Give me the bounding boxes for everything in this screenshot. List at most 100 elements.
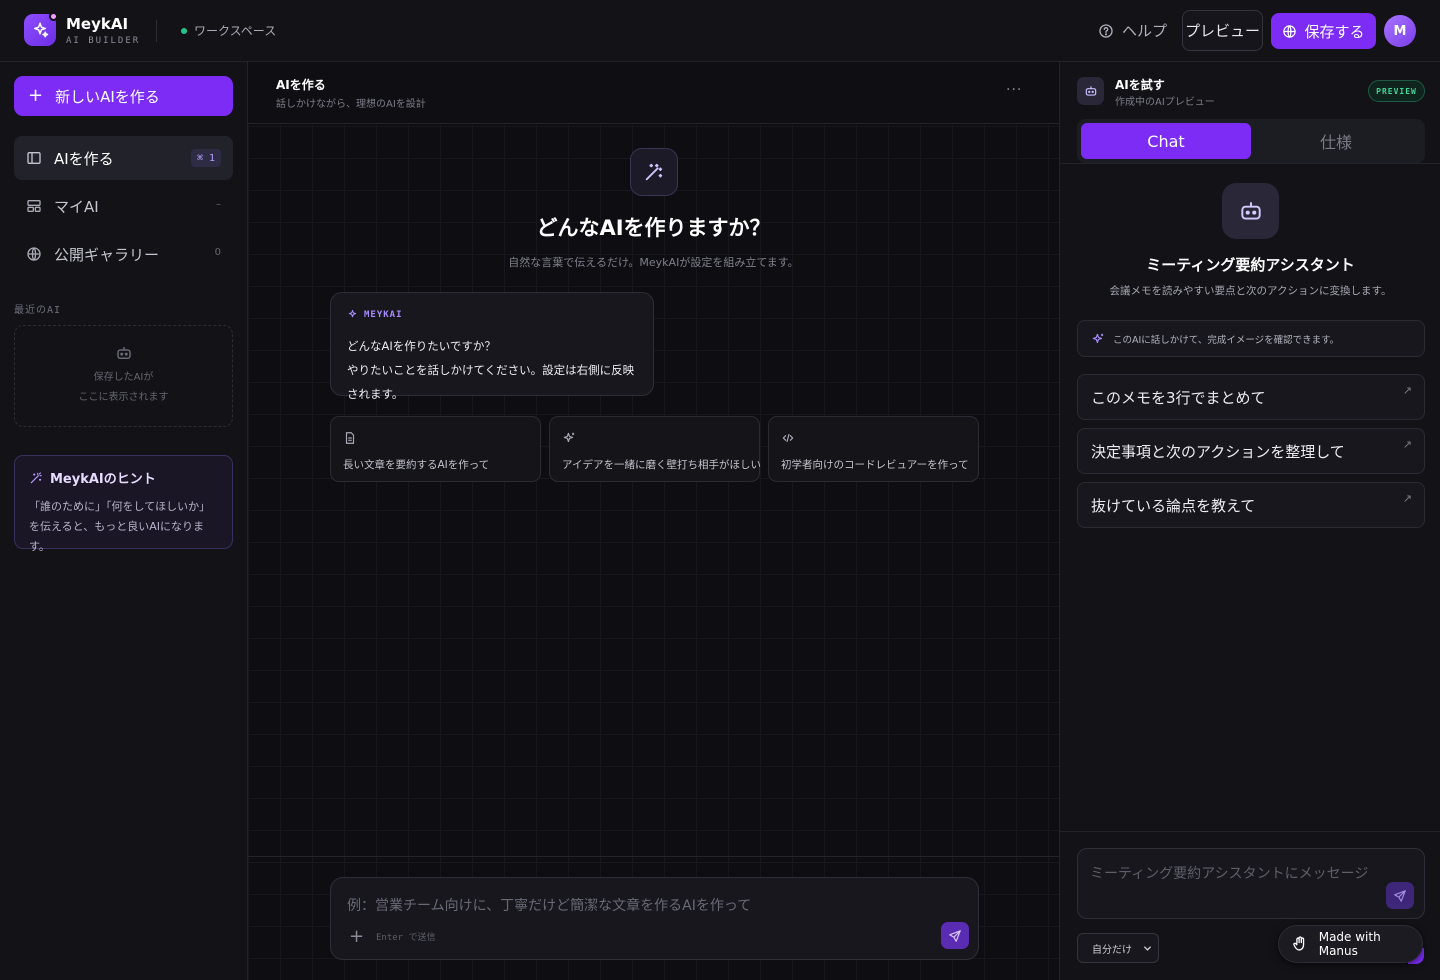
visibility-value: 自分だけ	[1092, 944, 1132, 956]
manus-label: Made with Manus	[1318, 930, 1381, 958]
arrow-up-right-icon: ↗	[1402, 384, 1412, 397]
globe-icon	[1283, 24, 1297, 38]
chat-input-divider	[1060, 831, 1440, 832]
suggestion-card[interactable]: 初学者向けのコードレビュアーを作って	[768, 416, 979, 482]
brand-name: MeykAI	[66, 15, 129, 33]
builder-header: AIを作る 話しかけながら、理想のAIを設計 ···	[248, 62, 1059, 124]
help-icon	[1099, 23, 1113, 38]
message-text: どんなAIを作りたいですか？ やりたいことを話しかけてください。設定は右側に反映…	[347, 334, 637, 406]
send-icon	[949, 929, 961, 942]
avatar[interactable]: M	[1384, 15, 1416, 47]
builder-composer[interactable]: 例：営業チーム向けに、丁寧だけど簡潔な文章を作るAIを作って + Enter で…	[330, 877, 979, 960]
suggestion-text: 初学者向けのコードレビュアーを作って	[781, 459, 969, 471]
layout-icon	[27, 152, 41, 164]
sparkle-icon	[348, 309, 357, 318]
tip-card: MeykAIのヒント 「誰のために」「何をしてほしいか」を伝えると、もっと良いA…	[14, 455, 233, 553]
composer-divider	[248, 856, 1059, 857]
message-line: やりたいことを話しかけてください。設定は右側に反映されます。	[347, 363, 635, 401]
assistant-avatar-bot-icon	[1222, 183, 1279, 239]
arrow-up-right-icon: ↗	[1402, 492, 1412, 505]
bot-icon	[1077, 77, 1104, 105]
sparkle-icon	[1092, 333, 1104, 343]
hero-subtitle: 自然な言葉で伝えるだけ。MeykAIが設定を組み立てます。	[508, 256, 799, 269]
chat-input-placeholder[interactable]: ミーティング要約アシスタントにメッセージ	[1090, 863, 1368, 883]
composer-input[interactable]: 例：営業チーム向けに、丁寧だけど簡潔な文章を作るAIを作って	[347, 895, 751, 915]
workspace-label[interactable]: ワークスペース	[194, 22, 276, 39]
author-label: MEYKAI	[364, 309, 403, 320]
send-hint: Enter で送信	[376, 933, 436, 943]
attach-plus-icon[interactable]: +	[349, 926, 364, 947]
preview-chat-input[interactable]: ミーティング要約アシスタントにメッセージ	[1077, 848, 1425, 919]
assistant-message: MEYKAI どんなAIを作りたいですか？ やりたいことを話しかけてください。設…	[330, 292, 654, 401]
visibility-select[interactable]: 自分だけ	[1077, 933, 1159, 963]
save-label: 保存する	[1304, 22, 1365, 41]
preview-panel: AIを試す 作成中のAIプレビュー PREVIEW Chat 仕様 ミーティング…	[1059, 62, 1440, 980]
assistant-name: ミーティング要約アシスタント	[1146, 256, 1355, 274]
preview-subtitle: 作成中のAIプレビュー	[1115, 97, 1215, 108]
chevron-down-icon	[1144, 945, 1151, 951]
page-subtitle: 話しかけながら、理想のAIを設計	[276, 99, 426, 110]
tab-spec[interactable]: 仕様	[1251, 123, 1421, 159]
logo-status-dot	[49, 12, 58, 21]
send-button[interactable]	[941, 922, 969, 949]
plus-icon: +	[28, 85, 44, 106]
arrow-up-right-icon: ↗	[1402, 438, 1412, 451]
suggestion-text: アイデアを一緒に磨く壁打ち相手がほしい	[562, 459, 761, 471]
assistant-description: 会議メモを読みやすい要点と次のアクションに変換します。	[1109, 285, 1392, 297]
document-icon	[345, 432, 355, 444]
sidebar-item-public-gallery[interactable]: 公開ギャラリー 0	[14, 232, 233, 276]
sidebar-item-create-ai[interactable]: AIを作る ⌘ 1	[14, 136, 233, 180]
header-divider	[156, 20, 157, 42]
save-button[interactable]: 保存する	[1271, 13, 1376, 49]
grid-icon	[27, 200, 41, 212]
sample-prompt[interactable]: このメモを3行でまとめて ↗	[1077, 374, 1425, 420]
new-ai-label: 新しいAIを作る	[55, 87, 160, 106]
top-bar: MeykAI AI BUILDER ワークスペース ヘルプ プレビュー 保存する…	[0, 0, 1440, 62]
hero-title: どんなAIを作りますか？	[536, 216, 771, 240]
sidebar-item-label: 公開ギャラリー	[54, 245, 160, 264]
suggestion-card[interactable]: アイデアを一緒に磨く壁打ち相手がほしい	[549, 416, 761, 482]
message-author: MEYKAI	[347, 309, 637, 320]
tab-chat[interactable]: Chat	[1081, 123, 1251, 159]
sparkle-icon	[563, 432, 575, 443]
recent-ai-heading: 最近のAI	[14, 305, 62, 316]
magic-wand-icon	[630, 148, 678, 196]
brand-subtitle: AI BUILDER	[66, 36, 141, 46]
item-count: –	[216, 199, 221, 210]
made-with-manus-badge[interactable]: Made with Manus	[1278, 925, 1423, 963]
info-text: このAIに話しかけて、完成イメージを確認できます。	[1113, 334, 1340, 346]
sidebar-item-my-ai[interactable]: マイAI –	[14, 184, 233, 228]
tip-title: MeykAIのヒント	[50, 472, 156, 487]
code-icon	[782, 433, 794, 443]
empty-text-line2: ここに表示されます	[78, 392, 169, 403]
help-label: ヘルプ	[1122, 22, 1168, 40]
magic-wand-icon	[30, 471, 42, 483]
sidebar-item-label: マイAI	[54, 197, 99, 216]
tabs-divider	[1060, 163, 1440, 164]
item-count: 0	[214, 247, 221, 258]
preview-button[interactable]: プレビュー	[1182, 10, 1263, 51]
sample-prompt[interactable]: 決定事項と次のアクションを整理して ↗	[1077, 428, 1425, 474]
sidebar: + 新しいAIを作る AIを作る ⌘ 1 マイAI – 公開ギャラリー 0 最近…	[0, 62, 248, 980]
sample-prompt[interactable]: 抜けている論点を教えて ↗	[1077, 482, 1425, 528]
preview-tabs: Chat 仕様	[1077, 119, 1425, 163]
chat-send-button[interactable]	[1386, 882, 1414, 909]
bot-icon	[116, 347, 131, 359]
prompt-text: このメモを3行でまとめて	[1091, 388, 1266, 407]
suggestion-card[interactable]: 長い文章を要約するAIを作って	[330, 416, 541, 482]
suggestion-text: 長い文章を要約するAIを作って	[343, 459, 490, 471]
more-options-icon[interactable]: ···	[1006, 82, 1022, 98]
message-line: どんなAIを作りたいですか？	[347, 339, 496, 353]
help-button[interactable]: ヘルプ	[1098, 20, 1167, 41]
prompt-text: 抜けている論点を教えて	[1091, 496, 1256, 515]
empty-text-line1: 保存したAIが	[93, 372, 154, 383]
preview-badge: PREVIEW	[1368, 80, 1425, 102]
send-icon	[1394, 889, 1406, 902]
new-ai-button[interactable]: + 新しいAIを作る	[14, 76, 233, 116]
recent-ai-empty-state: 保存したAIが ここに表示されます	[14, 325, 233, 427]
globe-icon	[27, 247, 41, 261]
tip-header: MeykAIのヒント	[29, 468, 218, 487]
page-title: AIを作る	[276, 78, 326, 92]
shortcut-badge: ⌘ 1	[190, 149, 221, 167]
builder-panel: AIを作る 話しかけながら、理想のAIを設計 ··· どんなAIを作りますか？ …	[248, 62, 1059, 980]
